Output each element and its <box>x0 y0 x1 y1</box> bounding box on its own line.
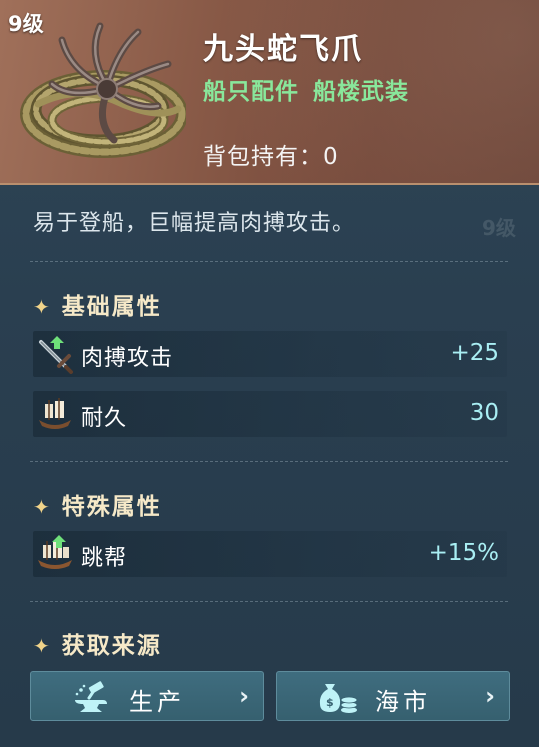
source-button-label: 生产 <box>129 688 185 716</box>
stat-row-boarding: 跳帮 +15% <box>33 531 507 577</box>
stat-value: +25 <box>450 340 499 366</box>
item-level-badge: 9级 <box>8 12 44 36</box>
inventory-count-value: 0 <box>323 144 339 170</box>
stat-label: 跳帮 <box>81 546 128 571</box>
inventory-count: 背包持有：0 <box>203 137 339 171</box>
background-level-text: 9级 <box>482 216 516 240</box>
sword-icon <box>39 336 73 374</box>
ship-icon <box>39 398 71 429</box>
stat-label: 肉搏攻击 <box>81 346 174 371</box>
anvil-hammer-icon <box>75 681 107 712</box>
stat-value: 30 <box>469 400 499 426</box>
inventory-count-label: 背包持有： <box>203 144 323 170</box>
ship-icon <box>38 535 72 569</box>
section-title-special: ✦ 特殊属性 <box>33 487 162 521</box>
item-tag: 船楼武装 <box>313 79 409 105</box>
stat-row-melee-attack: 肉搏攻击 +25 <box>33 331 507 377</box>
stat-label: 耐久 <box>81 406 128 431</box>
chevron-right-icon: › <box>239 682 249 710</box>
svg-text:$: $ <box>326 696 334 709</box>
stat-value: +15% <box>428 540 499 566</box>
chevron-right-icon: › <box>485 682 495 710</box>
divider <box>30 261 508 262</box>
sparkle-icon: ✦ <box>33 634 52 658</box>
section-title-basic: ✦ 基础属性 <box>33 287 162 321</box>
item-tags: 船只配件 船楼武装 <box>203 72 409 106</box>
section-title-text: 特殊属性 <box>61 494 162 520</box>
item-tag: 船只配件 <box>203 79 299 105</box>
section-title-text: 获取来源 <box>61 633 162 659</box>
sparkle-icon: ✦ <box>33 495 52 519</box>
divider <box>30 601 508 602</box>
divider <box>30 461 508 462</box>
stat-row-durability: 耐久 30 <box>33 391 507 437</box>
item-name: 九头蛇飞爪 <box>203 32 363 67</box>
section-title-source: ✦ 获取来源 <box>33 626 162 660</box>
item-description: 易于登船，巨幅提高肉搏攻击。 <box>33 211 356 236</box>
section-title-text: 基础属性 <box>61 294 162 320</box>
source-button-sea-market[interactable]: $ 海市 › <box>276 671 510 721</box>
sparkle-icon: ✦ <box>33 295 52 319</box>
money-bag-coins-icon: $ <box>319 684 358 713</box>
source-button-label: 海市 <box>375 688 431 716</box>
source-button-production[interactable]: 生产 › <box>30 671 264 721</box>
item-tooltip-panel: 9级 九头蛇飞爪 船只配件 船楼武装 背包持有：0 9级 易于登船，巨幅提高肉搏… <box>0 0 539 747</box>
